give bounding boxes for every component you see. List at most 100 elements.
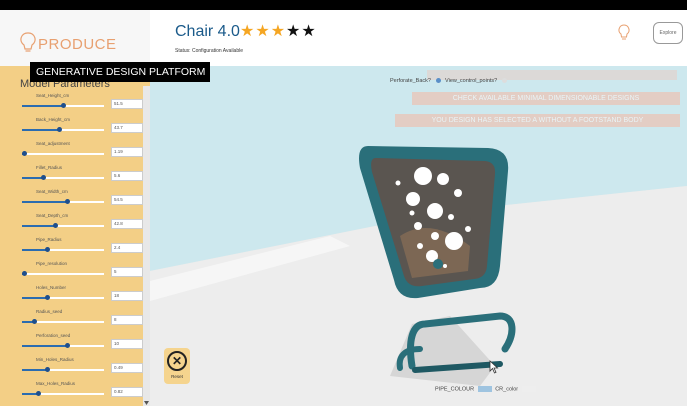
parameter-value-field[interactable]: 51.5	[111, 99, 143, 109]
parameter-slider[interactable]	[22, 271, 104, 276]
slider-knob[interactable]	[36, 391, 42, 396]
close-icon: ✕	[167, 351, 187, 371]
slider-fill	[22, 249, 47, 251]
parameter-slider[interactable]	[21, 151, 104, 156]
lightbulb-icon	[20, 32, 36, 52]
joint-ball	[433, 259, 443, 269]
slider-fill	[22, 369, 47, 371]
sidebar-scrollbar[interactable]	[143, 86, 150, 406]
top-black-bar	[0, 0, 687, 10]
pipe-colour-label: PIPE_COLOUR	[435, 386, 475, 393]
explore-button[interactable]: Explore	[653, 22, 683, 44]
parameter-value-field[interactable]: 0.49	[111, 363, 143, 373]
parameter-slider[interactable]	[22, 175, 104, 180]
parameter-label: Seat_Width_cm	[36, 189, 68, 194]
parameter-label: Pipe_Radius	[36, 237, 62, 242]
parameter-label: Min_Holes_Radius	[36, 357, 74, 362]
parameter-row: Radius_seed 8	[18, 309, 143, 333]
slider-knob[interactable]	[22, 271, 28, 276]
parameter-slider[interactable]	[22, 127, 104, 132]
parameter-value-field[interactable]: 1.19	[111, 147, 143, 157]
slider-fill	[22, 297, 47, 299]
parameter-value-field[interactable]: 10	[111, 339, 143, 349]
reset-label: Reset	[171, 374, 183, 379]
slider-knob[interactable]	[61, 103, 66, 108]
parameter-label: Back_Height_cm	[36, 117, 71, 122]
slider-knob[interactable]	[40, 175, 46, 180]
parameters-sidebar: Model Parameters Seat_Height_cm 51.5 Back_…	[0, 66, 150, 406]
parameter-slider[interactable]	[22, 391, 104, 396]
slider-fill	[22, 129, 59, 131]
parameter-slider[interactable]	[22, 367, 104, 372]
parameter-label: Seat_adjustment	[36, 141, 70, 146]
pipe-colour-swatch[interactable]	[477, 386, 492, 392]
parameter-value-field[interactable]: 42.8	[111, 219, 143, 229]
3d-viewport[interactable]: CHECK AVAILABLE MINIMAL DIMENSIONABLE DE…	[150, 66, 687, 406]
parameter-slider[interactable]	[22, 103, 104, 108]
slider-knob[interactable]	[65, 343, 71, 348]
parameter-slider[interactable]	[22, 295, 104, 300]
parameter-slider[interactable]	[22, 247, 104, 252]
parameter-row: Max_Holes_Radius 0.82	[18, 381, 143, 405]
mouse-cursor-icon	[489, 360, 499, 374]
parameter-row: Pipe_resolution 5	[18, 261, 143, 285]
scroll-down-arrow-icon[interactable]	[144, 400, 149, 406]
parameter-row: Pipe_Radius 2.4	[18, 237, 143, 261]
parameter-label: Perforation_seed	[36, 333, 71, 338]
parameter-value-field[interactable]: 5.6	[111, 171, 143, 181]
parameter-row: Fillet_Radius 5.6	[18, 165, 143, 189]
parameter-value-field[interactable]: 54.5	[111, 195, 143, 205]
chair-model[interactable]	[150, 66, 687, 406]
reset-button[interactable]: ✕ Reset	[164, 348, 190, 384]
slider-knob[interactable]	[44, 247, 50, 252]
logo-area: PRODUCE	[0, 10, 150, 66]
parameter-row: Seat_Height_cm 51.5	[18, 93, 143, 117]
parameter-row: Seat_Depth_cm 42.8	[18, 213, 143, 237]
page-title: Chair 4.0	[175, 23, 240, 40]
platform-banner: GENERATIVE DESIGN PLATFORM	[30, 62, 210, 82]
parameter-label: Radius_seed	[36, 309, 63, 314]
cr-colour-label: CR_color	[495, 386, 519, 393]
header: Chair 4.0 ★★★★★ Status: Configuration Av…	[150, 10, 687, 66]
parameter-slider[interactable]	[22, 319, 104, 324]
cr-colour-swatch[interactable]	[521, 386, 536, 392]
slider-knob[interactable]	[32, 319, 38, 324]
pipe-colour-control: PIPE_COLOUR CR_color	[435, 386, 538, 392]
parameter-label: Seat_Height_cm	[36, 93, 70, 98]
lightbulb-icon	[618, 24, 630, 40]
parameter-row: Seat_Width_cm 54.5	[18, 189, 143, 213]
parameter-row: Holes_Number 18	[18, 285, 143, 309]
slider-knob[interactable]	[65, 199, 71, 204]
star-icon[interactable]: ★	[255, 23, 270, 40]
parameter-value-field[interactable]: 0.82	[111, 387, 143, 397]
parameter-row: Back_Height_cm 43.7	[18, 117, 143, 141]
parameter-slider[interactable]	[22, 199, 104, 204]
parameter-label: Seat_Depth_cm	[36, 213, 69, 218]
parameter-value-field[interactable]: 2.4	[111, 243, 143, 253]
parameter-value-field[interactable]: 43.7	[111, 123, 143, 133]
slider-fill	[22, 201, 68, 203]
parameter-value-field[interactable]: 18	[111, 291, 143, 301]
parameter-label: Max_Holes_Radius	[36, 381, 76, 386]
status-text: Status: Configuration Available	[175, 48, 244, 54]
parameter-value-field[interactable]: 5	[111, 267, 143, 277]
parameter-slider[interactable]	[22, 223, 104, 228]
slider-knob[interactable]	[52, 223, 58, 228]
parameter-label: Holes_Number	[36, 285, 67, 290]
star-icon[interactable]: ★	[240, 23, 255, 40]
parameter-row: Seat_adjustment 1.19	[18, 141, 143, 165]
parameter-value-field[interactable]: 8	[111, 315, 143, 325]
parameter-slider[interactable]	[22, 343, 104, 348]
parameter-row: Perforation_seed 10	[18, 333, 143, 357]
slider-knob[interactable]	[44, 367, 50, 372]
star-icon[interactable]: ★	[286, 23, 301, 40]
slider-fill	[22, 105, 63, 107]
slider-knob[interactable]	[21, 151, 27, 156]
star-icon[interactable]: ★	[271, 23, 286, 40]
slider-fill	[22, 345, 68, 347]
rating-stars[interactable]: ★★★★★	[240, 21, 317, 41]
star-icon[interactable]: ★	[301, 23, 316, 40]
slider-knob[interactable]	[56, 127, 62, 132]
slider-knob[interactable]	[44, 295, 50, 300]
slider-fill	[22, 177, 43, 179]
